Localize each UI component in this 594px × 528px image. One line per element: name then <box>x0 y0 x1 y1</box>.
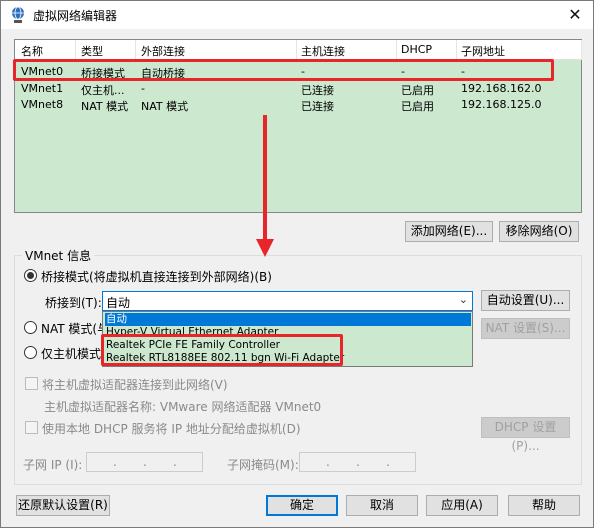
cell-subnet: 192.168.162.0 <box>461 82 542 95</box>
nat-mode-label[interactable]: NAT 模式(与 <box>41 320 109 337</box>
bridge-to-value: 自动 <box>106 296 131 310</box>
bridge-to-label: 桥接到(T): <box>45 296 102 310</box>
annotation-arrow-head-icon <box>256 239 274 257</box>
window-title: 虚拟网络编辑器 <box>33 9 118 23</box>
use-dhcp-label: 使用本地 DHCP 服务将 IP 地址分配给虚拟机(D) <box>42 422 301 436</box>
cell-external: - <box>141 82 145 95</box>
connect-host-adapter-checkbox[interactable] <box>25 377 38 390</box>
nat-mode-radio[interactable] <box>24 321 37 334</box>
cell-subnet: 192.168.125.0 <box>461 98 542 111</box>
network-globe-icon <box>12 6 24 23</box>
close-icon: ✕ <box>568 5 582 24</box>
subnet-mask-input[interactable]: . . . <box>299 452 416 472</box>
cell-name: VMnet1 <box>21 82 64 95</box>
host-only-mode-label[interactable]: 仅主机模式 <box>41 345 101 362</box>
cell-host: 已连接 <box>301 84 334 97</box>
column-header-external[interactable]: 外部连接 <box>141 43 185 59</box>
cell-external: NAT 模式 <box>141 100 189 113</box>
cell-dhcp: 已启用 <box>401 84 434 97</box>
cancel-button[interactable]: 取消 <box>346 495 418 516</box>
chevron-down-icon[interactable]: ⌄ <box>459 293 468 306</box>
cell-host: 已连接 <box>301 100 334 113</box>
dhcp-settings-button[interactable]: DHCP 设置(P)... <box>481 417 570 453</box>
subnet-ip-label: 子网 IP (I): <box>23 458 83 472</box>
vmnet-info-label: VMnet 信息 <box>22 247 95 264</box>
close-button[interactable]: ✕ <box>557 1 593 29</box>
cell-type: NAT 模式 <box>81 100 129 113</box>
cell-dhcp: 已启用 <box>401 100 434 113</box>
use-dhcp-checkbox[interactable] <box>25 421 38 434</box>
remove-network-button[interactable]: 移除网络(O) <box>499 221 579 242</box>
bridge-to-select[interactable]: 自动 ⌄ <box>102 291 473 311</box>
column-header-dhcp[interactable]: DHCP <box>401 43 432 56</box>
dropdown-option-auto[interactable]: 自动 <box>105 313 471 326</box>
bridged-mode-label[interactable]: 桥接模式(将虚拟机直接连接到外部网络)(B) <box>41 268 272 285</box>
subnet-ip-input[interactable]: . . . <box>86 452 203 472</box>
column-header-subnet[interactable]: 子网地址 <box>461 43 505 59</box>
virtual-network-editor-window: 虚拟网络编辑器 ✕ 名称 类型 外部连接 主机连接 DHCP 子网地址 VMne… <box>0 0 594 528</box>
host-only-mode-radio[interactable] <box>24 346 37 359</box>
add-network-button[interactable]: 添加网络(E)... <box>405 221 493 242</box>
table-row-vmnet1[interactable]: VMnet1 仅主机... - 已连接 已启用 192.168.162.0 <box>15 81 581 97</box>
restore-defaults-button[interactable]: 还原默认设置(R) <box>16 495 110 516</box>
column-header-host[interactable]: 主机连接 <box>301 43 345 59</box>
help-button[interactable]: 帮助 <box>508 495 580 516</box>
title-bar: 虚拟网络编辑器 ✕ <box>1 1 593 29</box>
ok-button[interactable]: 确定 <box>266 495 338 516</box>
column-header-type[interactable]: 类型 <box>81 43 103 59</box>
cell-name: VMnet8 <box>21 98 64 111</box>
cell-type: 仅主机... <box>81 84 125 97</box>
nat-settings-button[interactable]: NAT 设置(S)... <box>481 318 570 339</box>
connect-host-adapter-label: 将主机虚拟适配器连接到此网络(V) <box>42 378 228 392</box>
auto-settings-button[interactable]: 自动设置(U)... <box>481 290 570 311</box>
host-adapter-name-label: 主机虚拟适配器名称: VMware 网络适配器 VMnet0 <box>44 400 322 414</box>
bridged-mode-radio[interactable] <box>24 269 37 282</box>
column-header-name[interactable]: 名称 <box>21 43 43 59</box>
subnet-mask-label: 子网掩码(M): <box>227 458 299 472</box>
annotation-arrow-shaft <box>263 115 267 243</box>
table-header: 名称 类型 外部连接 主机连接 DHCP 子网地址 <box>15 40 582 60</box>
apply-button[interactable]: 应用(A) <box>426 495 498 516</box>
table-row-vmnet8[interactable]: VMnet8 NAT 模式 NAT 模式 已连接 已启用 192.168.125… <box>15 97 581 113</box>
realtek-highlight-annotation <box>101 334 343 366</box>
vmnet0-highlight-annotation <box>13 59 554 81</box>
